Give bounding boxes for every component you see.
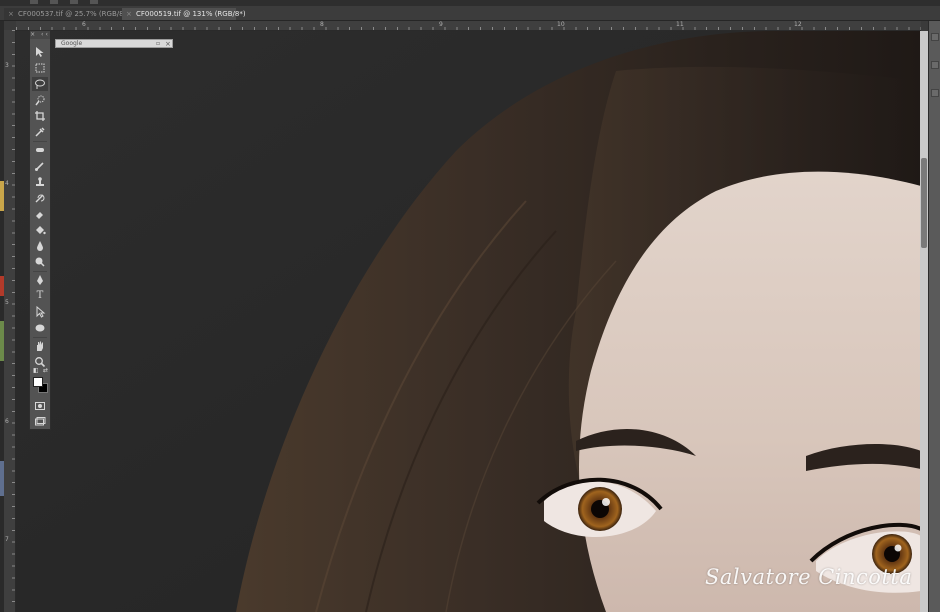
- ruler-ticks: [12, 30, 15, 612]
- ruler-number: 5: [5, 299, 9, 306]
- vertical-ruler[interactable]: 3 4 5 6 7: [4, 30, 16, 612]
- ruler-number: 7: [5, 536, 9, 543]
- tool-separator: [33, 337, 47, 338]
- panel-dock-button[interactable]: [931, 33, 939, 41]
- ellipse-tool-icon[interactable]: [32, 321, 48, 335]
- ruler-number: 12: [794, 21, 802, 28]
- google-floating-panel[interactable]: Google ▫ ×: [55, 39, 173, 48]
- swap-colors-icon[interactable]: ⇄: [43, 367, 48, 374]
- photographer-watermark: Salvatore Cincotta: [705, 565, 913, 589]
- hand-tool-icon[interactable]: [32, 339, 48, 353]
- minimize-panel-icon[interactable]: ▫: [156, 40, 160, 48]
- foreground-color-swatch[interactable]: [33, 377, 43, 387]
- brush-tool-icon[interactable]: [32, 159, 48, 173]
- menu-control[interactable]: [30, 0, 38, 4]
- lasso-tool-icon[interactable]: [32, 77, 48, 91]
- default-colors-icon[interactable]: ◧: [33, 367, 39, 374]
- tools-panel: × ‹‹ T ◧ ⇄: [29, 30, 51, 430]
- pen-tool-icon[interactable]: [32, 273, 48, 287]
- quick-mask-icon[interactable]: [32, 399, 48, 413]
- document-tab-cf000519[interactable]: × CF000519.tif @ 131% (RGB/8*): [122, 8, 246, 20]
- close-tab-icon[interactable]: ×: [126, 8, 132, 20]
- healing-brush-tool-icon[interactable]: [32, 143, 48, 157]
- document-tab-cf000537[interactable]: × CF000537.tif @ 25.7% (RGB/8*): [4, 8, 130, 20]
- tools-panel-header[interactable]: × ‹‹: [30, 31, 50, 39]
- clone-stamp-tool-icon[interactable]: [32, 175, 48, 189]
- panel-title: Google: [61, 40, 83, 47]
- history-brush-tool-icon[interactable]: [32, 191, 48, 205]
- tab-label: CF000537.tif @ 25.7% (RGB/8*): [18, 10, 130, 18]
- document-canvas[interactable]: [16, 31, 921, 612]
- move-tool-icon[interactable]: [32, 45, 48, 59]
- close-panel-icon[interactable]: ×: [165, 40, 171, 48]
- quick-select-tool-icon[interactable]: [32, 93, 48, 107]
- ruler-number: 3: [5, 62, 9, 69]
- close-tab-icon[interactable]: ×: [8, 8, 14, 20]
- ruler-ticks: [16, 27, 921, 30]
- ruler-number: 6: [5, 418, 9, 425]
- right-panel-dock: [928, 21, 940, 612]
- marquee-tool-icon[interactable]: [32, 61, 48, 75]
- screen-mode-icon[interactable]: [32, 415, 48, 429]
- eraser-tool-icon[interactable]: [32, 207, 48, 221]
- menu-control[interactable]: [70, 0, 78, 4]
- path-select-tool-icon[interactable]: [32, 305, 48, 319]
- ruler-number: 6: [82, 21, 86, 28]
- vertical-scrollbar[interactable]: [920, 31, 928, 612]
- panel-dock-button[interactable]: [931, 61, 939, 69]
- tool-separator: [33, 141, 47, 142]
- portrait-photo: [16, 31, 921, 612]
- blur-tool-icon[interactable]: [32, 239, 48, 253]
- paint-bucket-tool-icon[interactable]: [32, 223, 48, 237]
- ruler-number: 10: [557, 21, 565, 28]
- ruler-number: 4: [5, 180, 9, 187]
- ruler-number: 8: [320, 21, 324, 28]
- panel-dock-button[interactable]: [931, 89, 939, 97]
- tab-label: CF000519.tif @ 131% (RGB/8*): [136, 10, 246, 18]
- menu-control[interactable]: [50, 0, 58, 4]
- eyedropper-tool-icon[interactable]: [32, 125, 48, 139]
- horizontal-ruler[interactable]: 6 8 9 10 11 12: [16, 21, 921, 31]
- scrollbar-thumb[interactable]: [921, 158, 927, 248]
- ruler-number: 9: [439, 21, 443, 28]
- ruler-number: 11: [676, 21, 684, 28]
- crop-tool-icon[interactable]: [32, 109, 48, 123]
- tool-separator: [33, 271, 47, 272]
- type-tool-icon[interactable]: T: [32, 289, 48, 303]
- menu-control[interactable]: [90, 0, 98, 4]
- dodge-tool-icon[interactable]: [32, 255, 48, 269]
- document-tab-bar: × CF000537.tif @ 25.7% (RGB/8*) × CF0005…: [0, 6, 940, 21]
